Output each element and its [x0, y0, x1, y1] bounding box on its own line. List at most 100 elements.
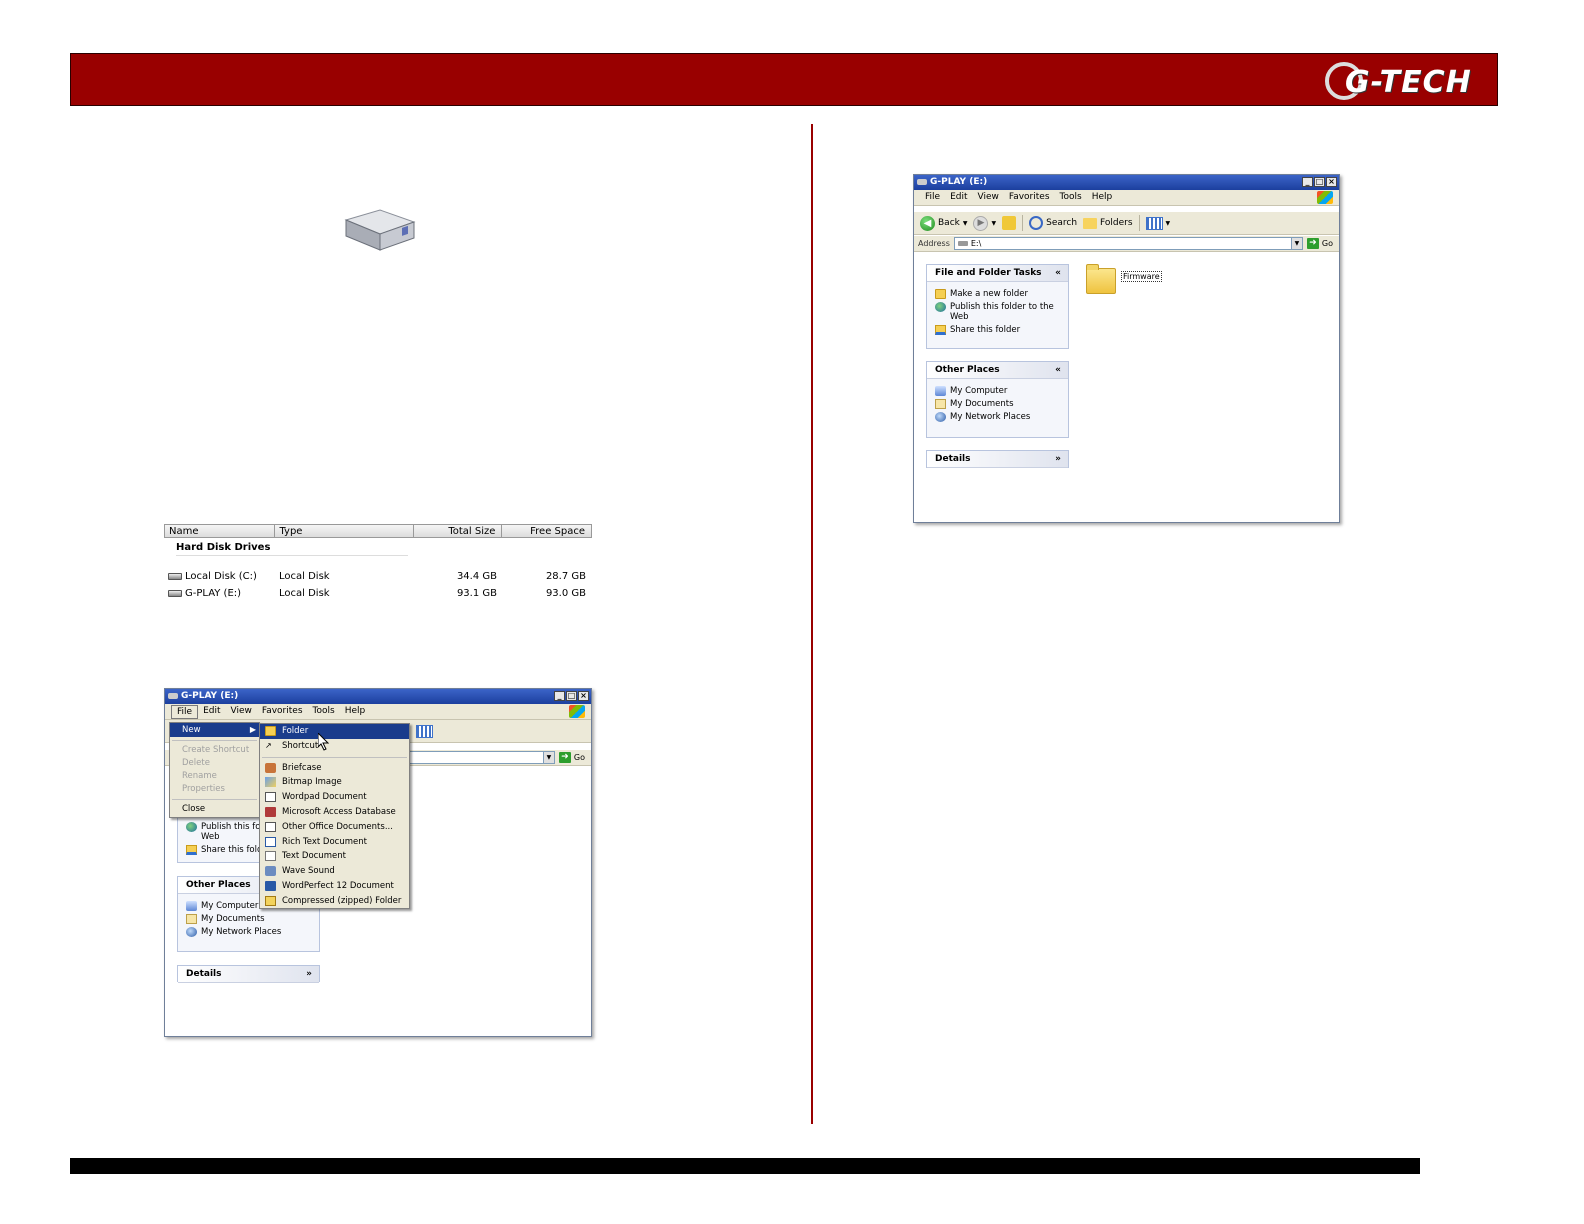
- briefcase-icon: [265, 762, 276, 773]
- submenu-item-access[interactable]: Microsoft Access Database: [260, 805, 409, 820]
- go-button[interactable]: ➜ Go: [1306, 238, 1339, 249]
- file-tasks-heading[interactable]: File and Folder Tasks «: [927, 265, 1068, 282]
- collapse-chevron-icon[interactable]: «: [1055, 362, 1061, 378]
- forward-button[interactable]: ▶ ▼: [973, 215, 996, 231]
- views-button[interactable]: ▼: [1145, 216, 1171, 230]
- folder-name-label[interactable]: Firmware: [1121, 271, 1162, 282]
- address-dropdown-icon[interactable]: ▼: [542, 752, 554, 763]
- expand-chevron-icon[interactable]: »: [306, 966, 312, 982]
- window-title: G-PLAY (E:): [181, 691, 239, 701]
- forward-dropdown-icon[interactable]: ▼: [991, 220, 996, 227]
- menu-file[interactable]: File: [171, 704, 199, 719]
- views-dropdown-icon[interactable]: ▼: [1166, 220, 1171, 227]
- folders-button[interactable]: Folders: [1083, 217, 1133, 229]
- minimize-button[interactable]: _: [1302, 177, 1313, 187]
- address-input[interactable]: E:\ ▼: [953, 237, 1303, 250]
- go-button[interactable]: ➜ Go: [558, 752, 591, 763]
- menu-help[interactable]: Help: [340, 704, 371, 719]
- submenu-label: Shortcut: [282, 740, 319, 751]
- up-folder-icon[interactable]: [1002, 216, 1017, 230]
- header-bar: G-TECH: [70, 53, 1498, 106]
- column-header-total-size[interactable]: Total Size: [414, 525, 503, 537]
- go-label: Go: [573, 753, 585, 762]
- title-bar[interactable]: G-PLAY (E:) _ □ ×: [165, 689, 591, 704]
- submenu-label: Wave Sound: [282, 866, 335, 877]
- place-my-network[interactable]: My Network Places: [935, 412, 1062, 422]
- views-icon[interactable]: [416, 724, 433, 738]
- submenu-item-bitmap[interactable]: Bitmap Image: [260, 775, 409, 790]
- menu-view[interactable]: View: [973, 190, 1004, 205]
- drive-total-size: 93.1 GB: [456, 588, 497, 599]
- windows-logo-icon: [569, 705, 585, 718]
- maximize-button[interactable]: □: [1314, 177, 1325, 187]
- menu-edit[interactable]: Edit: [198, 704, 225, 719]
- submenu-item-wave[interactable]: Wave Sound: [260, 864, 409, 879]
- table-row[interactable]: G-PLAY (E:) Local Disk 93.1 GB 93.0 GB: [164, 585, 592, 602]
- submenu-item-office[interactable]: Other Office Documents...: [260, 820, 409, 835]
- place-my-network[interactable]: My Network Places: [186, 927, 313, 937]
- maximize-button[interactable]: □: [566, 691, 577, 701]
- submenu-item-briefcase[interactable]: Briefcase: [260, 761, 409, 776]
- menu-separator: [172, 740, 257, 741]
- menu-item-close[interactable]: Close: [170, 803, 259, 816]
- window-title: G-PLAY (E:): [930, 177, 988, 187]
- place-my-computer[interactable]: My Computer: [935, 386, 1062, 396]
- submenu-label: Briefcase: [282, 762, 322, 773]
- zip-folder-icon: [265, 895, 276, 906]
- back-dropdown-icon[interactable]: ▼: [963, 220, 968, 227]
- details-heading[interactable]: Details »: [927, 451, 1068, 468]
- menu-separator: [172, 799, 257, 800]
- submenu-item-shortcut[interactable]: ↗ Shortcut: [260, 739, 409, 754]
- submenu-item-wordperfect[interactable]: WordPerfect 12 Document: [260, 879, 409, 894]
- mouse-cursor-icon: [317, 731, 330, 755]
- close-button[interactable]: ×: [578, 691, 589, 701]
- search-button[interactable]: Search: [1029, 216, 1077, 230]
- other-places-heading[interactable]: Other Places «: [927, 362, 1068, 379]
- place-my-documents[interactable]: My Documents: [935, 399, 1062, 409]
- task-make-new-folder[interactable]: Make a new folder: [935, 289, 1062, 299]
- menu-tools[interactable]: Tools: [308, 704, 340, 719]
- column-header-type[interactable]: Type: [275, 525, 414, 537]
- task-label: Share this folder: [950, 325, 1021, 335]
- menu-favorites[interactable]: Favorites: [1004, 190, 1055, 205]
- close-button[interactable]: ×: [1326, 177, 1337, 187]
- place-my-documents[interactable]: My Documents: [186, 914, 313, 924]
- column-header-free-space[interactable]: Free Space: [502, 525, 591, 537]
- submenu-item-folder[interactable]: Folder: [260, 724, 409, 739]
- submenu-item-zip[interactable]: Compressed (zipped) Folder: [260, 894, 409, 909]
- submenu-item-text[interactable]: Text Document: [260, 849, 409, 864]
- address-dropdown-icon[interactable]: ▼: [1290, 238, 1302, 249]
- menu-item-rename[interactable]: Rename: [170, 770, 259, 783]
- submenu-label: Bitmap Image: [282, 777, 342, 788]
- details-heading[interactable]: Details »: [178, 966, 319, 983]
- menu-tools[interactable]: Tools: [1055, 190, 1087, 205]
- back-button[interactable]: ◀ Back ▼: [920, 215, 968, 231]
- title-bar[interactable]: G-PLAY (E:) _ □ ×: [914, 175, 1339, 190]
- menu-file[interactable]: File: [920, 190, 945, 205]
- column-header-name[interactable]: Name: [165, 525, 276, 537]
- menu-item-properties[interactable]: Properties: [170, 783, 259, 796]
- menu-favorites[interactable]: Favorites: [257, 704, 308, 719]
- collapse-chevron-icon[interactable]: «: [1055, 265, 1061, 281]
- menu-item-create-shortcut[interactable]: Create Shortcut: [170, 744, 259, 757]
- file-tasks-panel: File and Folder Tasks « Make a new folder…: [926, 264, 1069, 349]
- menu-item-delete[interactable]: Delete: [170, 757, 259, 770]
- menu-view[interactable]: View: [226, 704, 257, 719]
- expand-chevron-icon[interactable]: »: [1055, 451, 1061, 467]
- task-label-cont: Web: [201, 832, 220, 842]
- address-input[interactable]: ▼: [409, 751, 555, 764]
- menu-help[interactable]: Help: [1087, 190, 1118, 205]
- task-share[interactable]: Share this folder: [935, 325, 1062, 335]
- share-folder-icon: [935, 325, 946, 335]
- folders-icon: [1083, 217, 1098, 229]
- menu-edit[interactable]: Edit: [945, 190, 972, 205]
- submenu-item-rtf[interactable]: Rich Text Document: [260, 835, 409, 850]
- table-row[interactable]: Local Disk (C:) Local Disk 34.4 GB 28.7 …: [164, 568, 592, 585]
- minimize-button[interactable]: _: [554, 691, 565, 701]
- place-label: My Documents: [201, 914, 265, 924]
- menu-item-new[interactable]: New ▶: [170, 723, 259, 737]
- firmware-folder-icon[interactable]: [1086, 264, 1116, 294]
- task-publish[interactable]: Publish this folder to the Web: [935, 302, 1062, 322]
- drive-icon: [168, 573, 182, 580]
- submenu-item-wordpad[interactable]: Wordpad Document: [260, 790, 409, 805]
